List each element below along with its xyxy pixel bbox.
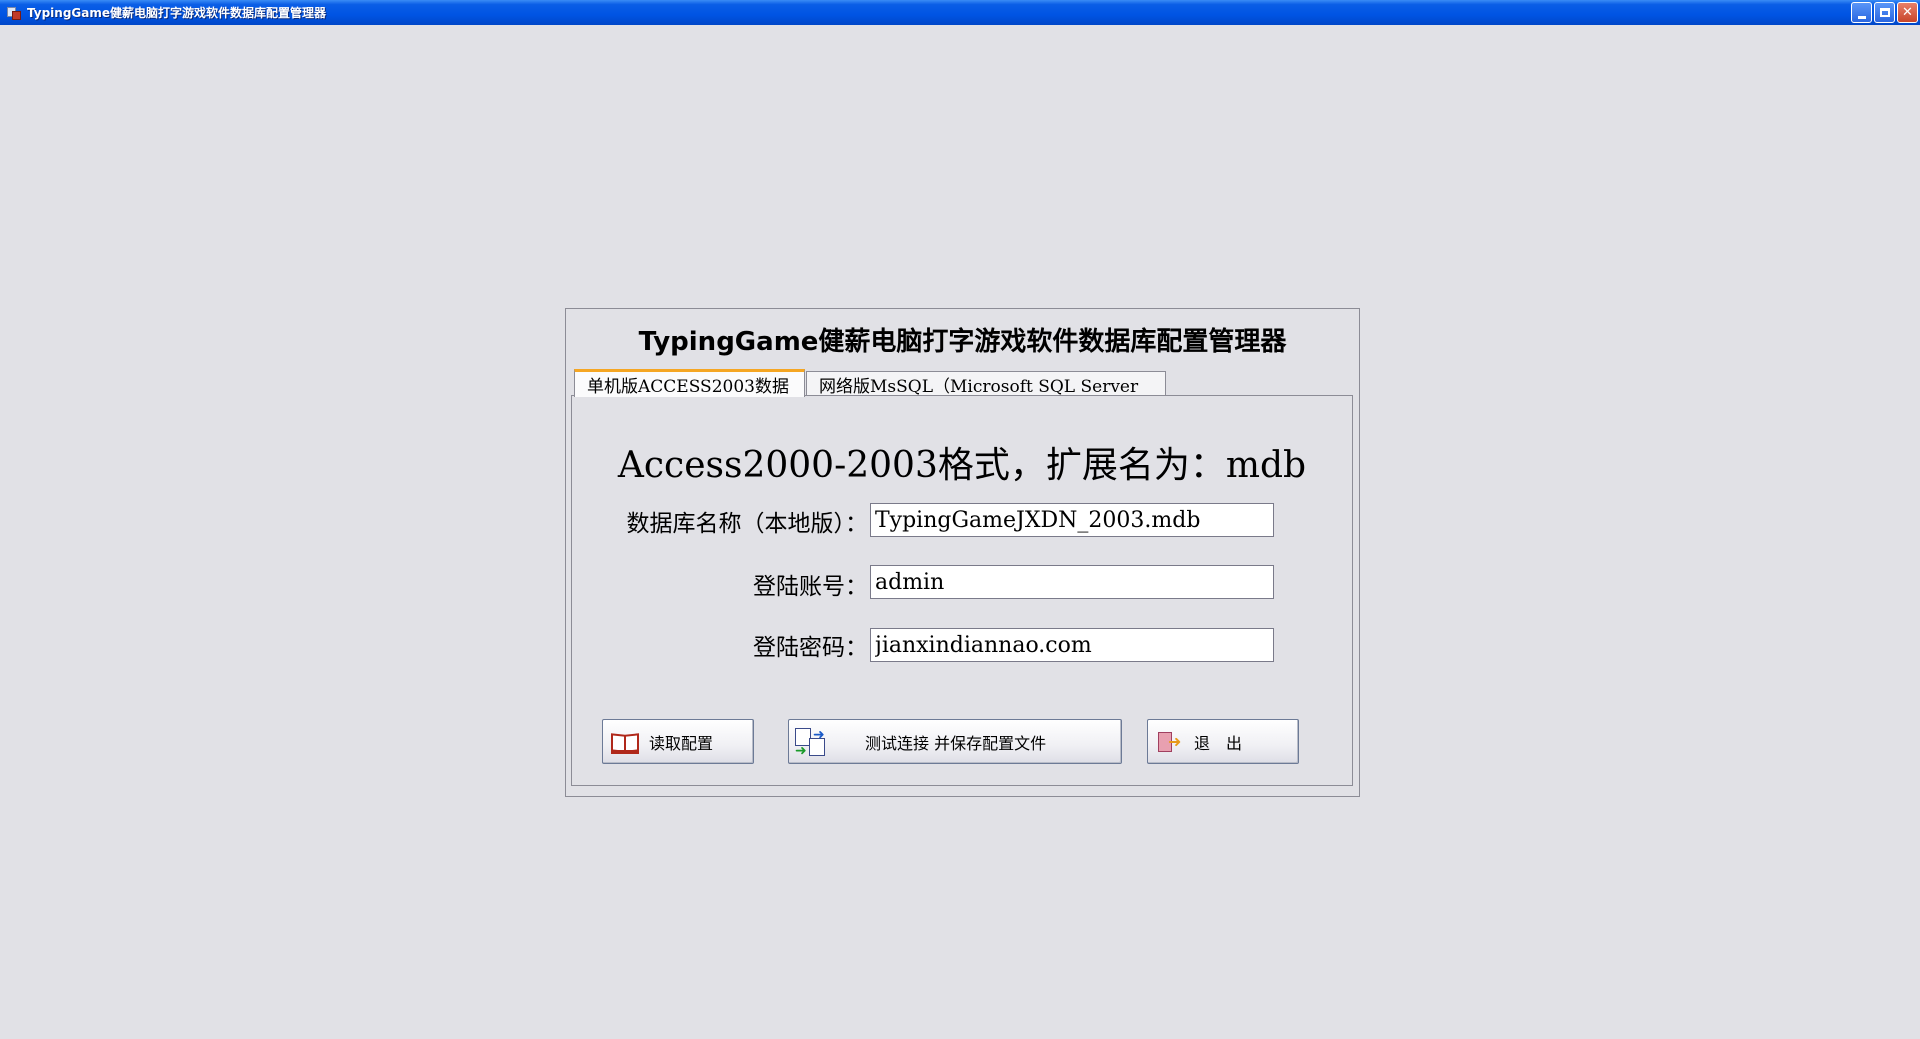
app-database-icon[interactable]	[6, 5, 22, 21]
read-config-button[interactable]: 读取配置	[602, 719, 754, 764]
sync-documents-icon: ➜ ➜	[795, 726, 825, 759]
tab-panel-access: Access2000-2003格式，扩展名为：mdb 数据库名称（本地版）： 登…	[571, 395, 1353, 786]
dialog-heading: TypingGame健薪电脑打字游戏软件数据库配置管理器	[638, 327, 1287, 357]
account-label: 登陆账号：	[753, 574, 868, 600]
password-label: 登陆密码：	[753, 635, 868, 661]
title-bar: TypingGame健薪电脑打字游戏软件数据库配置管理器 ✕	[0, 0, 1920, 25]
minimize-icon[interactable]	[1851, 2, 1872, 23]
format-label: Access2000-2003格式，扩展名为：mdb	[617, 445, 1307, 486]
db-name-label: 数据库名称（本地版）：	[626, 511, 869, 537]
test-save-button[interactable]: ➜ ➜ 测试连接 并保存配置文件	[788, 719, 1122, 764]
db-name-input[interactable]	[870, 503, 1274, 537]
tab-mssql[interactable]: 网络版MsSQL（Microsoft SQL Server	[806, 371, 1166, 397]
config-frame: TypingGame健薪电脑打字游戏软件数据库配置管理器 单机版ACCESS20…	[565, 308, 1360, 797]
test-save-label: 测试连接 并保存配置文件	[865, 733, 1047, 753]
exit-label: 退 出	[1194, 733, 1243, 753]
tab-access[interactable]: 单机版ACCESS2003数据	[574, 369, 805, 397]
read-config-label: 读取配置	[649, 733, 714, 753]
window-title: TypingGame健薪电脑打字游戏软件数据库配置管理器	[27, 6, 327, 20]
exit-door-icon: ➜	[1154, 728, 1186, 756]
password-input[interactable]	[870, 628, 1274, 662]
close-icon[interactable]: ✕	[1897, 2, 1918, 23]
window-controls: ✕	[1851, 2, 1918, 23]
maximize-icon[interactable]	[1874, 2, 1895, 23]
account-input[interactable]	[870, 565, 1274, 599]
book-icon	[609, 728, 641, 756]
exit-button[interactable]: ➜ 退 出	[1147, 719, 1299, 764]
